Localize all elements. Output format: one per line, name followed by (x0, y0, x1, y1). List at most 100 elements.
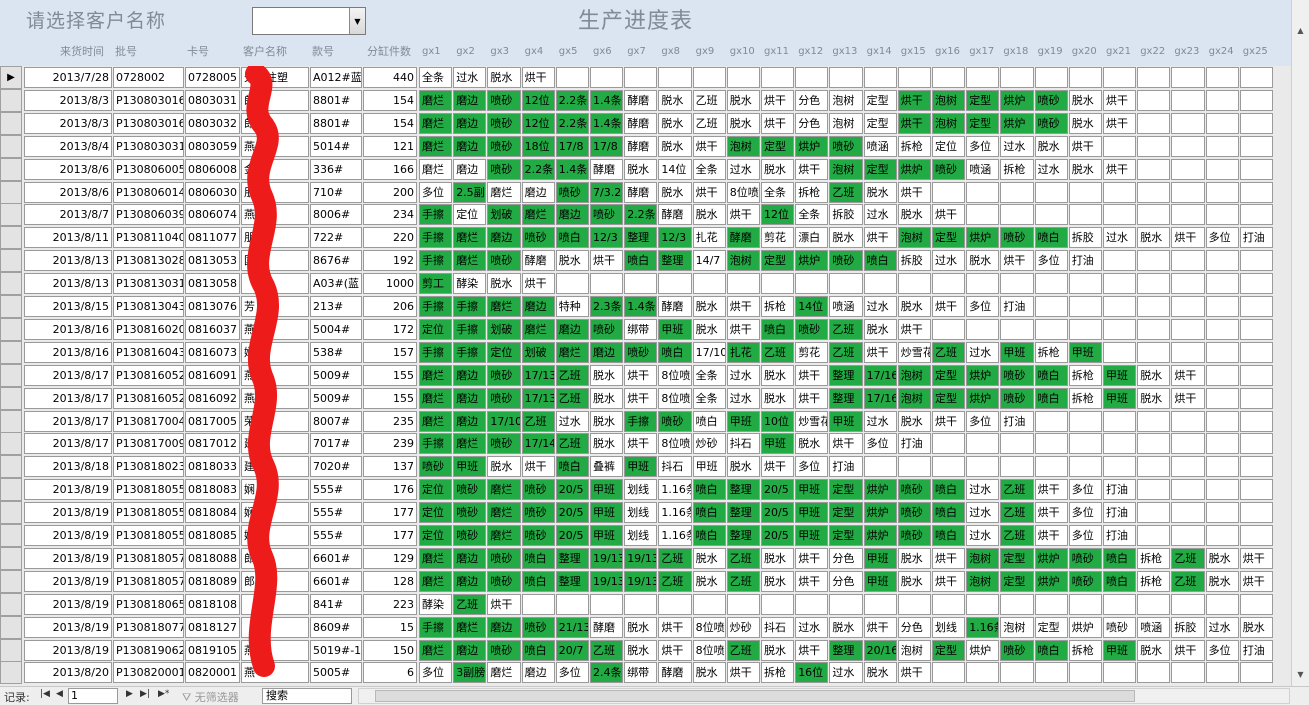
cell-gx15[interactable] (897, 456, 931, 478)
cell-gx9[interactable]: 17/10 (692, 341, 726, 363)
cell-qty[interactable]: 121 (363, 135, 417, 157)
cell-gx23[interactable]: 乙班 (1171, 547, 1205, 569)
cell-gx5[interactable]: 2.2条 (555, 112, 589, 134)
cell-gx24[interactable] (1205, 456, 1239, 478)
record-selector[interactable] (0, 249, 22, 273)
cell-gx18[interactable]: 打油 (1000, 410, 1034, 432)
cell-gx3[interactable]: 喷砂 (487, 639, 521, 661)
cell-gx8[interactable]: 烘干 (658, 616, 692, 638)
cell-gx8[interactable]: 8位喷 (658, 433, 692, 455)
cell-gx4[interactable]: 17/13 (521, 387, 555, 409)
cell-gx11[interactable]: 拆枪 (761, 662, 795, 684)
cell-gx13[interactable]: 定型 (829, 479, 863, 501)
cell-gx15[interactable]: 喷砂 (897, 479, 931, 501)
cell-gx24[interactable]: 多位 (1205, 227, 1239, 249)
cell-date[interactable]: 2013/7/28 (24, 67, 112, 88)
cell-batch[interactable]: P130820001 (113, 662, 184, 684)
cell-gx2[interactable]: 磨烂 (453, 250, 487, 272)
cell-gx19[interactable]: 喷白 (1034, 639, 1068, 661)
cell-gx21[interactable] (1103, 181, 1137, 203)
table-row[interactable]: 2013/8/19 P130818055 0818084 娴 555# 177 定位 喷砂 磨烂… (0, 501, 1291, 525)
cell-gx14[interactable]: 17/16 (863, 364, 897, 386)
cell-gx4[interactable]: 烘干 (521, 273, 555, 295)
cell-gx11[interactable]: 脱水 (761, 639, 795, 661)
cell-gx4[interactable]: 喷砂 (521, 227, 555, 249)
cell-gx12[interactable]: 甲班 (795, 502, 829, 524)
cell-gx9[interactable]: 乙班 (692, 112, 726, 134)
cell-gx1[interactable]: 磨烂 (419, 158, 453, 180)
cell-qty[interactable]: 177 (363, 525, 417, 546)
cell-gx1[interactable]: 磨烂 (419, 639, 453, 661)
cell-gx12[interactable]: 漂白 (795, 227, 829, 249)
cell-gx23[interactable] (1171, 525, 1205, 546)
cell-gx18[interactable]: 定型 (1000, 547, 1034, 569)
record-selector[interactable] (0, 661, 22, 685)
cell-gx8[interactable]: 脱水 (658, 181, 692, 203)
cell-gx16[interactable]: 划线 (932, 616, 966, 638)
cell-gx10[interactable]: 泡树 (726, 135, 760, 157)
cell-gx21[interactable] (1103, 341, 1137, 363)
cell-gx18[interactable]: 喷砂 (1000, 387, 1034, 409)
cell-gx3[interactable]: 喷砂 (487, 387, 521, 409)
cell-qty[interactable]: 239 (363, 433, 417, 455)
column-header[interactable]: gx23 (1174, 40, 1199, 64)
cell-customer[interactable]: 燕 (241, 364, 309, 386)
cell-gx15[interactable]: 脱水 (897, 296, 931, 317)
cell-gx10[interactable]: 乙班 (726, 570, 760, 592)
cell-gx22[interactable]: 脱水 (1137, 364, 1171, 386)
cell-gx10[interactable]: 脱水 (726, 112, 760, 134)
cell-gx15[interactable]: 喷砂 (897, 525, 931, 546)
cell-gx2[interactable]: 2.5副 (453, 181, 487, 203)
cell-gx15[interactable]: 烘干 (897, 662, 931, 684)
cell-gx14[interactable]: 定型 (863, 112, 897, 134)
cell-gx11[interactable]: 定型 (761, 135, 795, 157)
cell-qty[interactable]: 155 (363, 364, 417, 386)
cell-gx4[interactable]: 喷砂 (521, 525, 555, 546)
cell-gx25[interactable]: 烘干 (1239, 570, 1273, 592)
cell-card[interactable]: 0728005 (185, 67, 240, 88)
cell-gx22[interactable] (1137, 296, 1171, 317)
table-row[interactable]: 2013/8/17 P130817004 0817005 荣 8007# 235 磨烂 磨边 1… (0, 409, 1291, 433)
table-row[interactable]: 2013/8/3 P130803016 0803031 郎 8801# 154 磨烂 磨边 喷砂… (0, 88, 1291, 112)
cell-gx10[interactable]: 烘干 (726, 662, 760, 684)
cell-gx21[interactable] (1103, 296, 1137, 317)
cell-gx19[interactable]: 喷砂 (1034, 89, 1068, 111)
cell-gx3[interactable]: 磨边 (487, 616, 521, 638)
column-header[interactable]: gx2 (456, 40, 475, 64)
cell-gx22[interactable] (1137, 158, 1171, 180)
cell-gx18[interactable]: 烘炉 (1000, 112, 1034, 134)
cell-gx4[interactable]: 17/13 (521, 364, 555, 386)
cell-gx7[interactable]: 烘干 (624, 387, 658, 409)
cell-gx19[interactable]: 多位 (1034, 250, 1068, 272)
cell-gx6[interactable]: 甲班 (590, 479, 624, 501)
cell-date[interactable]: 2013/8/19 (24, 547, 112, 569)
column-header[interactable]: gx14 (867, 40, 892, 64)
cell-gx2[interactable]: 甲班 (453, 456, 487, 478)
cell-gx20[interactable]: 喷砂 (1068, 547, 1102, 569)
cell-gx6[interactable]: 脱水 (590, 410, 624, 432)
cell-batch[interactable]: P130818055 (113, 479, 184, 501)
column-header[interactable]: gx10 (730, 40, 755, 64)
cell-gx22[interactable] (1137, 67, 1171, 88)
record-selector[interactable] (0, 203, 22, 227)
cell-gx24[interactable]: 脱水 (1205, 547, 1239, 569)
cell-qty[interactable]: 223 (363, 593, 417, 615)
cell-gx17[interactable]: 泡树 (966, 570, 1000, 592)
cell-gx2[interactable]: 乙班 (453, 593, 487, 615)
cell-gx5[interactable]: 磨边 (555, 204, 589, 226)
column-header[interactable]: gx7 (627, 40, 646, 64)
cell-gx24[interactable]: 脱水 (1205, 570, 1239, 592)
cell-gx24[interactable] (1205, 273, 1239, 295)
cell-gx5[interactable]: 20/5 (555, 525, 589, 546)
cell-gx23[interactable] (1171, 112, 1205, 134)
cell-gx12[interactable]: 烘干 (795, 158, 829, 180)
cell-gx17[interactable]: 烘炉 (966, 387, 1000, 409)
cell-gx23[interactable] (1171, 341, 1205, 363)
vertical-scrollbar[interactable]: ▲ ▼ (1291, 0, 1309, 686)
cell-gx4[interactable]: 划破 (521, 341, 555, 363)
cell-gx20[interactable]: 拆胶 (1068, 227, 1102, 249)
cell-gx19[interactable]: 烘炉 (1034, 547, 1068, 569)
cell-gx8[interactable]: 8位喷 (658, 364, 692, 386)
cell-gx25[interactable] (1239, 273, 1273, 295)
cell-batch[interactable]: P130803016 (113, 89, 184, 111)
